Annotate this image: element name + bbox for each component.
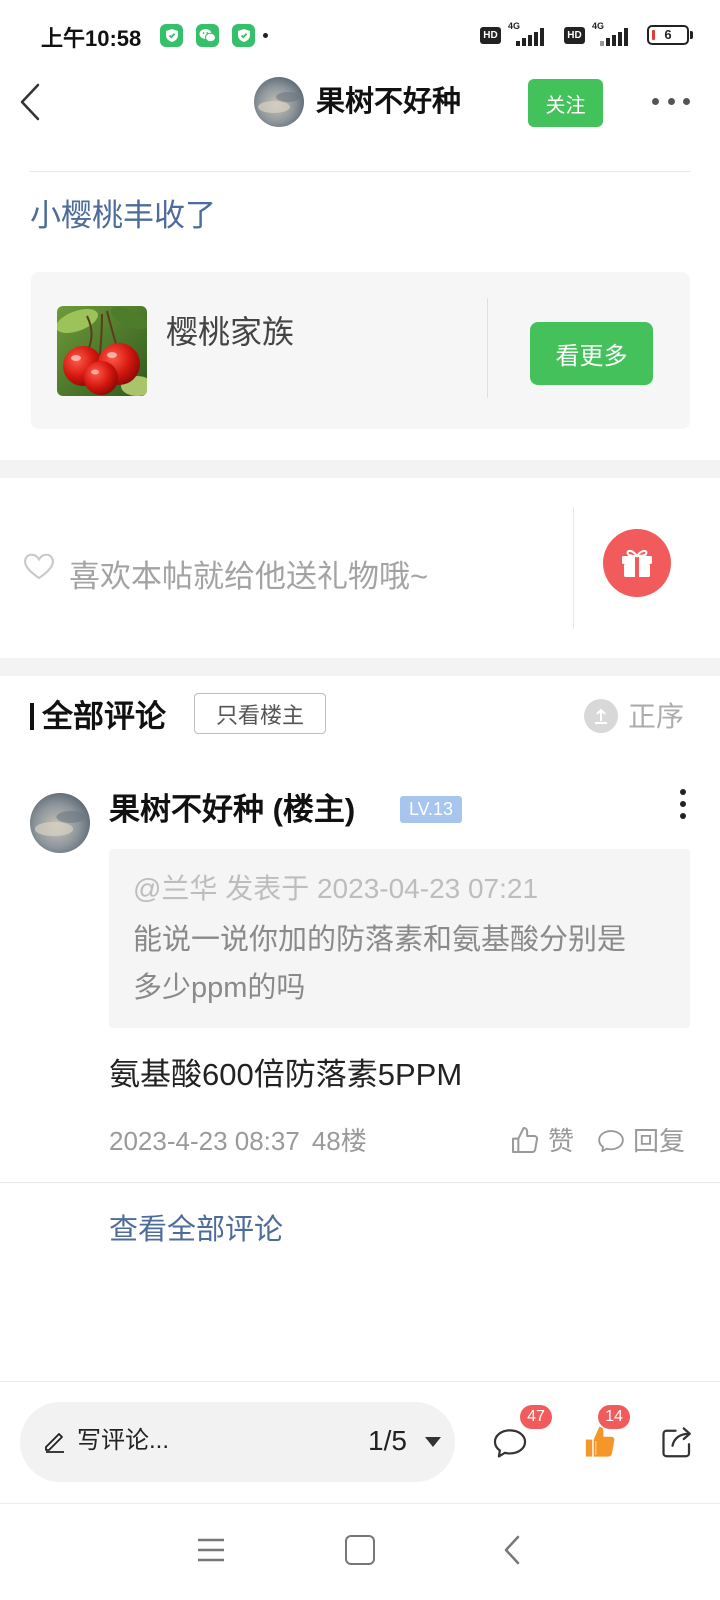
comment-placeholder[interactable]: 写评论... xyxy=(77,1425,169,1457)
comment-input[interactable]: 写评论... 1/5 xyxy=(20,1402,455,1482)
page-title: 果树不好种 xyxy=(316,86,462,118)
section-marker xyxy=(30,703,34,730)
group-card[interactable]: 樱桃家族 看更多 xyxy=(31,272,690,429)
quote-meta: @兰华 发表于 2023-04-23 07:21 xyxy=(133,873,539,904)
signal-icon: 4G xyxy=(592,21,630,46)
shield-app-icon xyxy=(160,24,183,47)
group-name: 樱桃家族 xyxy=(166,314,295,350)
gift-icon xyxy=(622,549,652,577)
comment-floor: 48楼 xyxy=(311,1126,367,1156)
comment-time: 2023-4-23 08:37 xyxy=(109,1126,300,1156)
more-options-icon[interactable] xyxy=(652,96,690,106)
sort-icon[interactable] xyxy=(584,699,618,733)
battery-cap xyxy=(690,31,693,39)
card-divider xyxy=(487,298,488,398)
hd-badge: HD xyxy=(480,27,501,44)
section-separator xyxy=(0,460,720,478)
comments-bubble-icon[interactable] xyxy=(490,1424,530,1462)
commenter-avatar[interactable] xyxy=(30,793,90,853)
thumbs-up-icon[interactable] xyxy=(509,1123,541,1157)
see-more-button[interactable]: 看更多 xyxy=(530,322,653,385)
recent-apps-icon[interactable] xyxy=(196,1536,226,1564)
comment-meta: 2023-4-23 08:37 48楼 xyxy=(109,1124,367,1158)
quote-text-line: 多少ppm的吗 xyxy=(133,972,306,1004)
comments-title: 全部评论 xyxy=(42,699,166,734)
page-indicator[interactable]: 1/5 xyxy=(368,1422,407,1460)
heart-icon[interactable] xyxy=(23,551,55,581)
owner-only-filter[interactable]: 只看楼主 xyxy=(194,693,326,734)
nav-back-icon[interactable] xyxy=(502,1534,522,1566)
pencil-icon xyxy=(42,1428,68,1454)
group-image xyxy=(57,306,147,396)
like-button-label[interactable]: 赞 xyxy=(548,1124,574,1158)
view-all-comments-link[interactable]: 查看全部评论 xyxy=(109,1211,283,1249)
header-divider xyxy=(30,171,690,172)
level-badge: LV.13 xyxy=(400,796,462,823)
signal-icon: 4G xyxy=(508,21,546,46)
author-avatar[interactable] xyxy=(254,77,304,127)
page-dropdown-icon[interactable] xyxy=(425,1437,441,1447)
sort-label[interactable]: 正序 xyxy=(628,700,684,734)
gift-button[interactable] xyxy=(603,529,671,597)
status-time: 上午10:58 xyxy=(41,26,142,51)
reply-button-label[interactable]: 回复 xyxy=(633,1124,685,1158)
share-icon[interactable] xyxy=(659,1423,695,1461)
nav-divider xyxy=(0,1503,720,1504)
notification-dot xyxy=(263,33,268,38)
shield-app-icon xyxy=(232,24,255,47)
quoted-comment: @兰华 发表于 2023-04-23 07:21 能说一说你加的防落素和氨基酸分… xyxy=(109,849,690,1028)
section-separator xyxy=(0,658,720,676)
comment-divider xyxy=(0,1182,720,1183)
comment-more-icon[interactable] xyxy=(679,789,687,819)
commenter-name[interactable]: 果树不好种 (楼主) xyxy=(109,790,355,830)
bottom-bar-divider xyxy=(0,1381,720,1382)
battery-level: 6 xyxy=(664,27,672,42)
wechat-icon xyxy=(196,24,219,47)
gift-prompt: 喜欢本帖就给他送礼物哦~ xyxy=(69,559,429,594)
reply-bubble-icon[interactable] xyxy=(596,1126,626,1156)
quote-text-line: 能说一说你加的防落素和氨基酸分别是 xyxy=(133,924,627,956)
comment-count-badge: 47 xyxy=(520,1405,552,1429)
comment-text: 氨基酸600倍防落素5PPM xyxy=(109,1057,463,1092)
like-count-badge: 14 xyxy=(598,1405,630,1429)
back-icon[interactable] xyxy=(18,82,44,122)
follow-button[interactable]: 关注 xyxy=(528,79,603,127)
home-icon[interactable] xyxy=(345,1535,375,1565)
battery-icon: 6 xyxy=(647,25,689,45)
gift-divider xyxy=(573,507,574,629)
post-title: 小樱桃丰收了 xyxy=(30,198,216,233)
hd-badge: HD xyxy=(564,27,585,44)
